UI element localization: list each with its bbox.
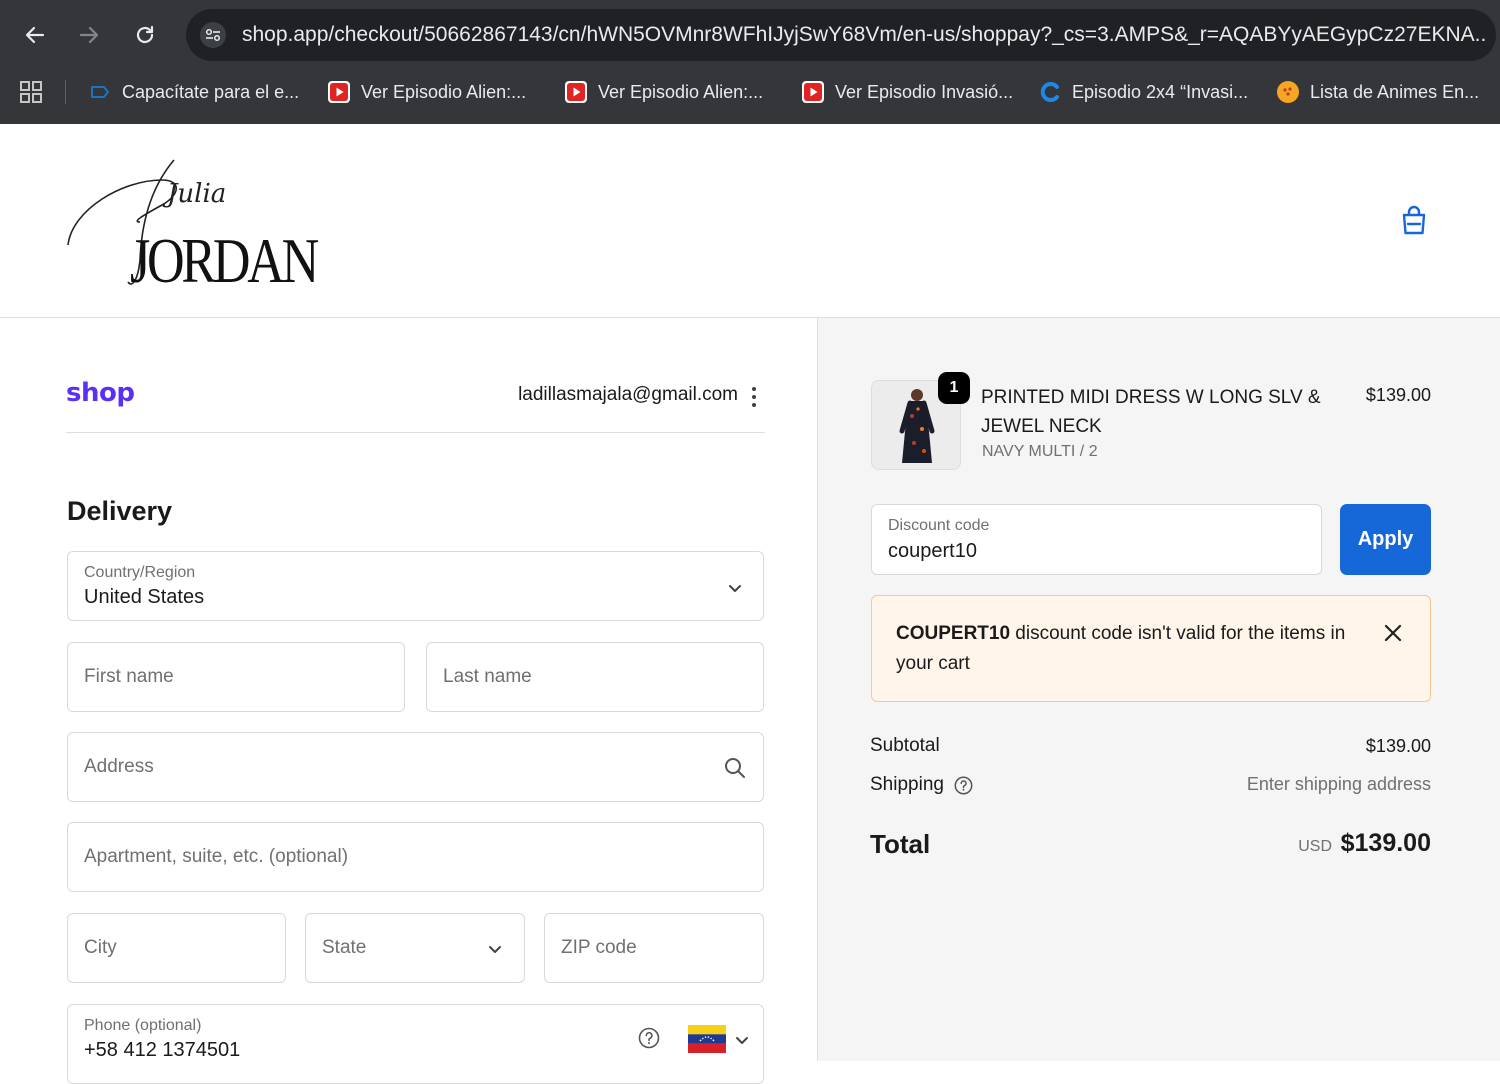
bookmark-episodio-2x4[interactable]: Episodio 2x4 “Invasi... (1038, 78, 1248, 106)
state-select[interactable]: State (305, 913, 525, 983)
bookmark-capacitate[interactable]: Capacítate para el e... (88, 78, 299, 106)
capacitate-icon (88, 80, 112, 104)
logo-script: Julia (162, 179, 226, 209)
video-play-icon (327, 80, 351, 104)
apps-grid-icon[interactable] (18, 79, 44, 105)
video-play-icon (801, 80, 825, 104)
bookmark-label: Ver Episodio Alien:... (361, 81, 527, 102)
bookmark-label: Ver Episodio Invasió... (835, 81, 1014, 102)
help-circle-icon[interactable] (954, 776, 973, 795)
reload-icon (136, 25, 154, 44)
chevron-down-icon (489, 946, 501, 953)
store-header: Julia JORDAN (0, 124, 1500, 318)
search-icon[interactable] (724, 757, 746, 779)
product-variant: NAVY MULTI / 2 (982, 443, 1098, 460)
address-placeholder: Address (84, 756, 154, 777)
arrow-right-icon (79, 26, 99, 44)
shopping-bag-icon[interactable] (1396, 202, 1432, 238)
subtotal-label: Subtotal (870, 735, 940, 756)
last-name-field[interactable]: Last name (426, 642, 764, 712)
first-name-placeholder: First name (84, 666, 174, 687)
account-divider (66, 432, 765, 433)
delivery-heading: Delivery (67, 496, 173, 526)
discount-code-value: coupert10 (888, 540, 977, 562)
browser-chrome: shop.app/checkout/50662867143/cn/hWN5OVM… (0, 0, 1500, 124)
phone-field[interactable]: Phone (optional) +58 412 1374501 (67, 1004, 764, 1084)
state-placeholder: State (322, 937, 367, 958)
bookmark-label: Capacítate para el e... (122, 81, 300, 102)
bookmark-label: Episodio 2x4 “Invasi... (1072, 81, 1249, 102)
logo-wordmark: JORDAN (130, 225, 318, 290)
last-name-placeholder: Last name (443, 666, 532, 687)
zip-placeholder: ZIP code (561, 937, 637, 958)
bookmark-alien-2[interactable]: Ver Episodio Alien:... (564, 78, 763, 106)
url-text[interactable]: shop.app/checkout/50662867143/cn/hWN5OVM… (242, 22, 1487, 48)
back-button[interactable] (18, 18, 52, 52)
bookmark-label: Ver Episodio Alien:... (598, 81, 764, 102)
dragonball-icon (1276, 80, 1300, 104)
julia-jordan-logo[interactable]: Julia JORDAN (62, 150, 332, 290)
c-logo-icon (1038, 80, 1062, 104)
chevron-down-icon[interactable] (734, 1032, 750, 1048)
venezuela-flag-icon[interactable] (688, 1025, 726, 1053)
address-field[interactable]: Address (67, 732, 764, 802)
discount-error-alert: COUPERT10 discount code isn't valid for … (871, 595, 1431, 702)
shipping-value: Enter shipping address (1246, 774, 1431, 794)
bookmark-label: Lista de Animes En... (1310, 81, 1480, 102)
reload-button[interactable] (128, 18, 162, 52)
phone-label: Phone (optional) (84, 1017, 202, 1034)
country-value: United States (84, 586, 205, 608)
phone-value: +58 412 1374501 (84, 1039, 241, 1061)
country-select[interactable]: Country/Region United States (67, 551, 764, 621)
apartment-field[interactable]: Apartment, suite, etc. (optional) (67, 822, 764, 892)
country-label: Country/Region (84, 564, 196, 581)
quantity-badge: 1 (938, 372, 970, 404)
product-price: $139.00 (1365, 385, 1431, 405)
chevron-down-icon (729, 585, 741, 592)
forward-button[interactable] (72, 18, 106, 52)
total-currency: USD (1298, 838, 1332, 855)
arrow-left-icon (25, 26, 45, 44)
bookmarks-separator (65, 80, 66, 104)
close-icon[interactable] (1382, 622, 1404, 644)
bookmarks-bar: Capacítate para el e... Ver Episodio Ali… (0, 70, 1500, 114)
first-name-field[interactable]: First name (67, 642, 405, 712)
more-options-icon[interactable] (744, 384, 764, 410)
shipping-label: Shipping (870, 774, 944, 795)
discount-code-field[interactable]: Discount code coupert10 (871, 504, 1322, 575)
discount-code-label: Discount code (888, 517, 990, 534)
city-placeholder: City (84, 937, 117, 958)
zip-field[interactable]: ZIP code (544, 913, 764, 983)
bookmark-lista-animes[interactable]: Lista de Animes En... (1276, 78, 1479, 106)
bookmark-invasion[interactable]: Ver Episodio Invasió... (801, 78, 1013, 106)
alert-message: COUPERT10 discount code isn't valid for … (896, 619, 1366, 679)
subtotal-value: $139.00 (1365, 736, 1431, 756)
product-name: PRINTED MIDI DRESS W LONG SLV & JEWEL NE… (981, 387, 1321, 437)
alert-code: COUPERT10 (896, 623, 1011, 644)
apply-discount-button[interactable]: Apply (1340, 504, 1431, 575)
total-label: Total (870, 829, 931, 859)
shop-pay-logo: shop (66, 378, 135, 408)
address-bar[interactable]: shop.app/checkout/50662867143/cn/hWN5OVM… (186, 9, 1496, 61)
video-play-icon (564, 80, 588, 104)
total-value: $139.00 (1340, 829, 1431, 857)
account-email: ladillasmajala@gmail.com (518, 384, 738, 405)
help-circle-icon[interactable] (638, 1027, 660, 1049)
site-info-icon[interactable] (200, 22, 226, 48)
city-field[interactable]: City (67, 913, 286, 983)
bookmark-alien-1[interactable]: Ver Episodio Alien:... (327, 78, 526, 106)
apartment-placeholder: Apartment, suite, etc. (optional) (84, 846, 349, 867)
